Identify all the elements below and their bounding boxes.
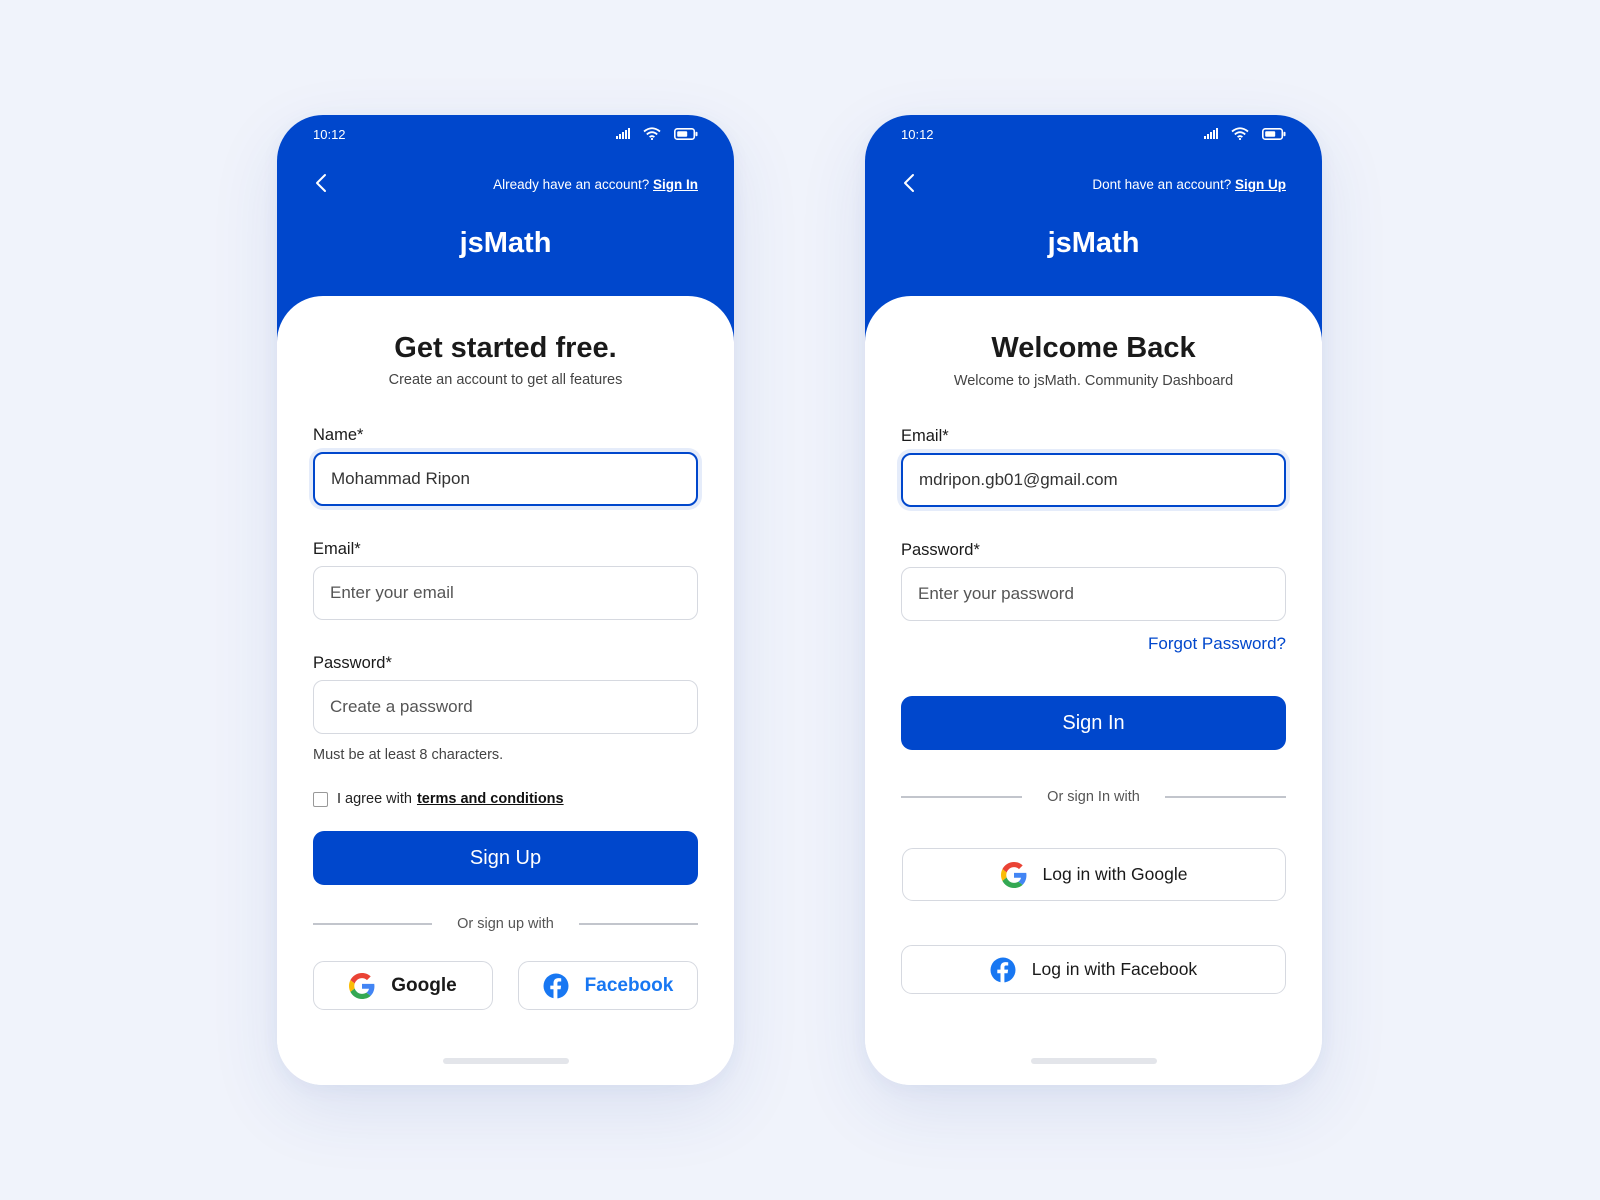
account-prompt: Dont have an account? Sign Up xyxy=(1092,177,1286,192)
divider-line xyxy=(1164,796,1287,798)
email-label: Email* xyxy=(901,427,949,445)
google-button[interactable]: Google xyxy=(313,961,493,1010)
signup-form-card: Get started free. Create an account to g… xyxy=(277,296,734,1085)
status-icons xyxy=(1204,127,1286,140)
facebook-login-button[interactable]: Log in with Facebook xyxy=(901,945,1286,994)
home-indicator xyxy=(1031,1058,1157,1064)
account-prompt-text: Dont have an account? xyxy=(1092,177,1232,192)
email-input[interactable] xyxy=(901,453,1286,507)
facebook-icon xyxy=(990,957,1016,983)
terms-link[interactable]: terms and conditions xyxy=(417,791,564,807)
terms-checkbox[interactable] xyxy=(313,791,328,807)
status-icons xyxy=(616,127,698,140)
page-title: Get started free. xyxy=(394,332,617,364)
back-arrow-icon xyxy=(903,173,915,193)
name-input[interactable] xyxy=(313,452,698,506)
page-subtitle: Welcome to jsMath. Community Dashboard xyxy=(953,373,1234,389)
forgot-password-link[interactable]: Forgot Password? xyxy=(1148,634,1286,654)
sign-in-button[interactable]: Sign In xyxy=(901,696,1286,750)
google-login-button[interactable]: Log in with Google xyxy=(902,848,1286,901)
brand-title: jsMath xyxy=(1047,227,1140,259)
divider-text: Or sign In with xyxy=(1047,789,1140,805)
account-prompt-text: Already have an account? xyxy=(493,177,650,192)
page-subtitle: Create an account to get all features xyxy=(388,372,623,388)
status-time: 10:12 xyxy=(313,127,346,142)
divider-line xyxy=(313,923,433,925)
facebook-button-label: Facebook xyxy=(584,974,674,996)
divider-line xyxy=(901,796,1023,798)
google-button-label: Google xyxy=(391,974,457,996)
agree-text: I agree with xyxy=(337,791,412,807)
social-divider: Or sign up with xyxy=(313,914,698,934)
google-icon xyxy=(349,972,375,999)
signal-icon xyxy=(616,128,630,139)
facebook-icon xyxy=(543,973,569,999)
password-label: Password* xyxy=(901,541,980,559)
social-divider: Or sign In with xyxy=(901,787,1287,807)
back-button[interactable] xyxy=(309,170,333,196)
sign-in-link[interactable]: Sign In xyxy=(653,177,698,192)
email-input[interactable] xyxy=(313,566,698,620)
google-icon xyxy=(1000,861,1027,888)
account-prompt: Already have an account? Sign In xyxy=(493,177,698,192)
battery-icon xyxy=(1262,127,1286,140)
status-time: 10:12 xyxy=(901,127,934,142)
signin-screen: 10:12 Dont have an account? Sign Up jsMa… xyxy=(865,115,1322,1085)
name-label: Name* xyxy=(313,426,364,444)
wifi-icon xyxy=(643,127,661,140)
wifi-icon xyxy=(1231,127,1249,140)
email-label: Email* xyxy=(313,540,361,558)
password-hint: Must be at least 8 characters. xyxy=(313,747,504,763)
divider-line xyxy=(578,923,698,925)
sign-up-link[interactable]: Sign Up xyxy=(1235,177,1286,192)
facebook-button[interactable]: Facebook xyxy=(518,961,698,1010)
sign-up-button[interactable]: Sign Up xyxy=(313,831,698,885)
divider-text: Or sign up with xyxy=(457,916,554,932)
password-input[interactable] xyxy=(313,680,698,734)
back-button[interactable] xyxy=(897,170,921,196)
terms-agreement: I agree with terms and conditions xyxy=(313,791,564,807)
brand-title: jsMath xyxy=(459,227,552,259)
facebook-login-label: Log in with Facebook xyxy=(1031,959,1198,979)
page-title: Welcome Back xyxy=(991,332,1196,364)
home-indicator xyxy=(443,1058,569,1064)
signup-screen: 10:12 Already have an account? Sign In j… xyxy=(277,115,734,1085)
password-label: Password* xyxy=(313,654,392,672)
signal-icon xyxy=(1204,128,1218,139)
google-login-label: Log in with Google xyxy=(1042,864,1188,884)
password-input[interactable] xyxy=(901,567,1286,621)
back-arrow-icon xyxy=(315,173,327,193)
signin-form-card: Welcome Back Welcome to jsMath. Communit… xyxy=(865,296,1322,1085)
battery-icon xyxy=(674,127,698,140)
